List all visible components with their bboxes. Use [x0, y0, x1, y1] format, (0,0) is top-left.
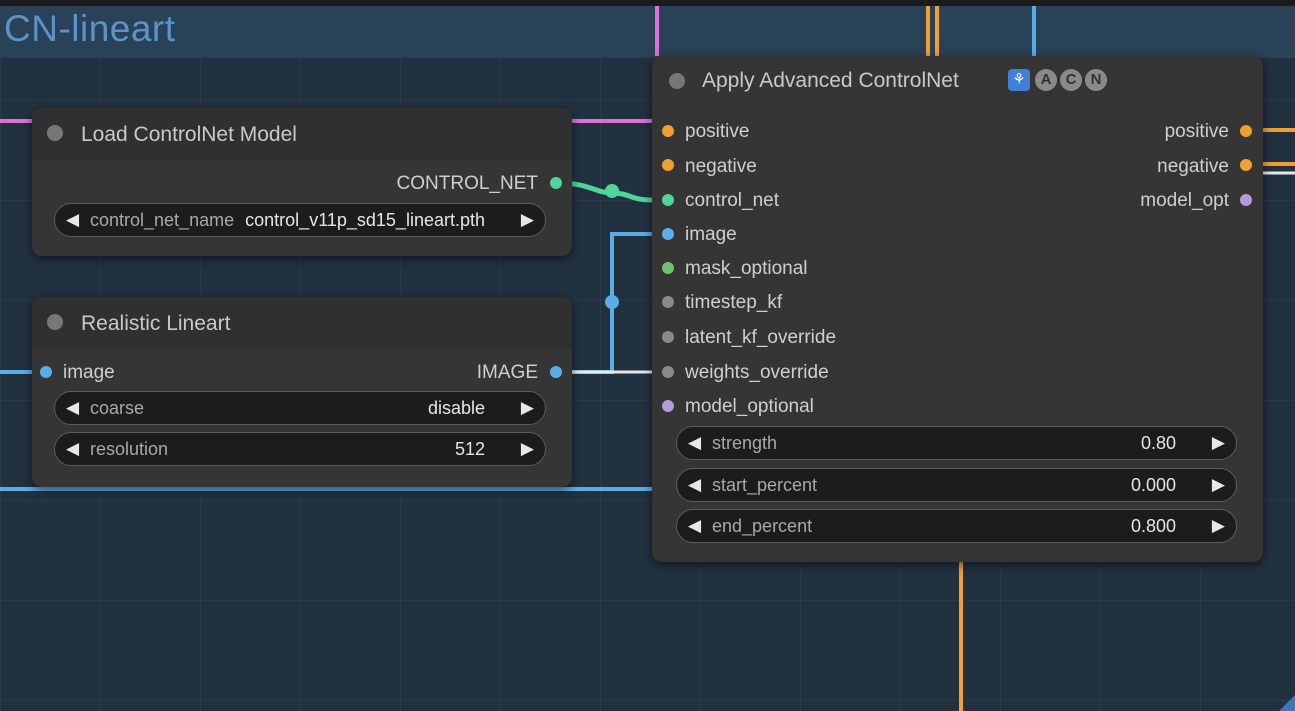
input-label-latent-kf-override: latent_kf_override: [685, 327, 837, 348]
arrow-right-icon[interactable]: ▶: [521, 210, 534, 230]
widget-value: 512: [454, 439, 485, 459]
input-slot-positive[interactable]: [662, 125, 674, 137]
input-slot-latent-kf-override[interactable]: [662, 331, 674, 343]
widget-name: end_percent: [712, 516, 813, 536]
resolution-number[interactable]: ◀ resolution 512 ▶: [54, 432, 546, 466]
input-slot-timestep-kf[interactable]: [662, 296, 674, 308]
input-label-timestep-kf: timestep_kf: [685, 292, 783, 313]
wire-control-net: [557, 180, 653, 203]
coarse-combo[interactable]: ◀ coarse disable ▶: [54, 391, 546, 425]
load-controlnet-node[interactable]: Load ControlNet Model CONTROL_NET ◀ cont…: [32, 108, 572, 256]
node-header[interactable]: Apply Advanced ControlNet ⚘ A C N: [652, 56, 1263, 108]
input-slot-image[interactable]: [662, 228, 674, 240]
output-label-negative: negative: [1157, 156, 1229, 177]
input-slot-image[interactable]: [40, 366, 52, 378]
input-label-negative: negative: [685, 156, 757, 177]
arrow-left-icon[interactable]: ◀: [688, 433, 701, 453]
collapse-dot[interactable]: [669, 73, 685, 89]
input-slot-control-net[interactable]: [662, 194, 674, 206]
widget-value: 0.80: [1140, 433, 1176, 453]
arrow-right-icon[interactable]: ▶: [1212, 516, 1225, 536]
input-label-positive: positive: [685, 121, 750, 142]
widget-value: 0.800: [1130, 516, 1176, 536]
node-title: Apply Advanced ControlNet: [702, 69, 959, 92]
input-label-control-net: control_net: [685, 190, 780, 211]
output-slot-negative[interactable]: [1240, 159, 1252, 171]
input-slot-weights-override[interactable]: [662, 366, 674, 378]
end-percent-number[interactable]: ◀ end_percent 0.800 ▶: [676, 509, 1237, 543]
node-title: Load ControlNet Model: [81, 123, 297, 146]
arrow-left-icon[interactable]: ◀: [66, 210, 79, 230]
widget-name: control_net_name: [90, 210, 235, 230]
resize-corner-icon[interactable]: [1279, 695, 1295, 711]
widget-name: resolution: [90, 439, 169, 459]
output-slot-control-net[interactable]: [550, 177, 562, 189]
arrow-right-icon[interactable]: ▶: [1212, 433, 1225, 453]
widget-value: disable: [427, 398, 485, 418]
output-label-image: IMAGE: [476, 362, 538, 383]
widget-value: control_v11p_sd15_lineart.pth: [245, 210, 485, 230]
wire-reroute-blue: [605, 295, 619, 309]
output-slot-positive[interactable]: [1240, 125, 1252, 137]
input-slot-negative[interactable]: [662, 159, 674, 171]
output-slot-image[interactable]: [550, 366, 562, 378]
realistic-lineart-node[interactable]: Realistic Lineart image IMAGE ◀ coarse d…: [32, 297, 572, 487]
node-header[interactable]: Realistic Lineart: [32, 297, 572, 349]
arrow-right-icon[interactable]: ▶: [521, 439, 534, 459]
input-slot-model-optional[interactable]: [662, 400, 674, 412]
output-slot-model-opt[interactable]: [1240, 194, 1252, 206]
control-net-name-combo[interactable]: ◀ control_net_name control_v11p_sd15_lin…: [54, 203, 546, 237]
input-label-mask-optional: mask_optional: [685, 258, 808, 279]
badge-a: A: [1035, 69, 1057, 91]
input-label-image: image: [63, 362, 115, 383]
arrow-left-icon[interactable]: ◀: [66, 439, 79, 459]
arrow-right-icon[interactable]: ▶: [521, 398, 534, 418]
widget-name: coarse: [90, 398, 145, 418]
widget-name: strength: [712, 433, 778, 453]
node-header[interactable]: Load ControlNet Model: [32, 108, 572, 160]
arrow-left-icon[interactable]: ◀: [688, 516, 701, 536]
input-slot-mask-optional[interactable]: [662, 262, 674, 274]
collapse-dot[interactable]: [47, 314, 63, 330]
output-label-control-net: CONTROL_NET: [396, 173, 538, 194]
arrow-left-icon[interactable]: ◀: [688, 475, 701, 495]
input-label-weights-override: weights_override: [685, 362, 829, 383]
arrow-left-icon[interactable]: ◀: [66, 398, 79, 418]
puzzle-icon: ⚘: [1008, 69, 1030, 91]
output-label-positive: positive: [1164, 121, 1229, 142]
input-label-image: image: [685, 224, 737, 245]
badge-c: C: [1060, 69, 1082, 91]
badge-n: N: [1085, 69, 1107, 91]
start-percent-number[interactable]: ◀ start_percent 0.000 ▶: [676, 468, 1237, 502]
apply-advanced-controlnet-node[interactable]: Apply Advanced ControlNet ⚘ A C N positi…: [652, 56, 1263, 562]
widget-name: start_percent: [712, 475, 818, 495]
wire-reroute-green: [605, 184, 619, 198]
output-label-model-opt: model_opt: [1140, 190, 1229, 211]
collapse-dot[interactable]: [47, 125, 63, 141]
strength-number[interactable]: ◀ strength 0.80 ▶: [676, 426, 1237, 460]
node-title: Realistic Lineart: [81, 312, 231, 335]
input-label-model-optional: model_optional: [685, 396, 814, 417]
widget-value: 0.000: [1130, 475, 1176, 495]
arrow-right-icon[interactable]: ▶: [1212, 475, 1225, 495]
